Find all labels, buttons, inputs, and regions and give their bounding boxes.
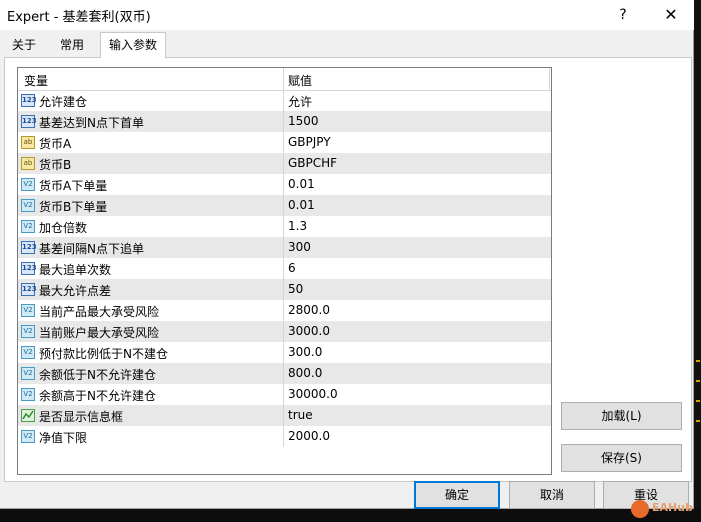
parameter-value[interactable]: 0.01 [288,177,315,191]
parameter-value[interactable]: GBPJPY [288,135,331,149]
parameter-row[interactable]: V2 当前账户最大承受风险 3000.0 [18,321,551,342]
parameter-value[interactable]: 1500 [288,114,319,128]
expert-dialog: Expert - 基差套利(双币) ? ✕ 关于 常用 输入参数 变量 赋值 1… [0,0,694,509]
parameter-row[interactable]: V2 货币A下单量 0.01 [18,174,551,195]
double-type-icon: V2 [21,304,35,317]
parameter-name: 货币B下单量 [39,200,108,214]
tab-about[interactable]: 关于 [4,34,44,56]
parameter-row[interactable]: 123 允许建仓 允许 [18,90,551,111]
parameter-row[interactable]: ab 货币A GBPJPY [18,132,551,153]
parameter-row[interactable]: V2 净值下限 2000.0 [18,426,551,447]
parameter-value[interactable]: 800.0 [288,366,322,380]
parameter-row[interactable]: V2 余额低于N不允许建仓 800.0 [18,363,551,384]
double-type-icon: V2 [21,199,35,212]
parameter-name: 基差间隔N点下追单 [39,242,144,256]
parameter-name: 当前产品最大承受风险 [39,305,160,319]
parameter-row[interactable]: V2 货币B下单量 0.01 [18,195,551,216]
double-type-icon: V2 [21,178,35,191]
integer-type-icon: 123 [21,262,37,275]
parameter-value[interactable]: 允许 [288,93,312,110]
double-type-icon: V2 [21,367,35,380]
load-button[interactable]: 加载(L) [561,402,682,430]
parameter-value[interactable]: 3000.0 [288,324,330,338]
title-bar: Expert - 基差套利(双币) ? ✕ [0,0,694,30]
parameter-name: 最大追单次数 [39,263,112,277]
parameter-name: 当前账户最大承受风险 [39,326,160,340]
parameter-value[interactable]: 300.0 [288,345,322,359]
parameter-row[interactable]: V2 加仓倍数 1.3 [18,216,551,237]
grid-header: 变量 赋值 [18,68,551,91]
parameter-value[interactable]: 0.01 [288,198,315,212]
background-chart-edge [694,0,701,522]
parameter-name: 净值下限 [39,431,88,445]
parameter-value[interactable]: 30000.0 [288,387,338,401]
save-button[interactable]: 保存(S) [561,444,682,472]
help-button[interactable]: ? [600,0,646,30]
column-header-value[interactable]: 赋值 [288,72,312,89]
watermark-text: EAHub [652,501,693,514]
boolean-type-icon [21,409,35,422]
parameter-row[interactable]: 123 最大允许点差 50 [18,279,551,300]
parameter-value[interactable]: true [288,408,313,422]
parameter-row[interactable]: V2 余额高于N不允许建仓 30000.0 [18,384,551,405]
ok-button[interactable]: 确定 [414,481,500,509]
parameter-name: 允许建仓 [39,95,88,109]
parameter-value[interactable]: 2800.0 [288,303,330,317]
parameter-name: 加仓倍数 [39,221,88,235]
tab-inputs[interactable]: 输入参数 [100,32,167,58]
parameter-value[interactable]: 300 [288,240,311,254]
parameter-name: 货币A [39,137,72,151]
double-type-icon: V2 [21,346,35,359]
integer-type-icon: 123 [21,241,37,254]
parameter-name: 最大允许点差 [39,284,112,298]
parameter-name: 余额低于N不允许建仓 [39,368,156,382]
background-chart-axis [0,508,701,522]
parameter-value[interactable]: 50 [288,282,303,296]
window-title: Expert - 基差套利(双币) [7,10,151,25]
parameter-row[interactable]: V2 预付款比例低于N不建仓 300.0 [18,342,551,363]
integer-type-icon: 123 [21,94,37,107]
integer-type-icon: 123 [21,283,37,296]
parameter-value[interactable]: 1.3 [288,219,307,233]
parameter-row[interactable]: 是否显示信息框 true [18,405,551,426]
double-type-icon: V2 [21,388,35,401]
parameter-name: 货币B [39,158,72,172]
parameter-name: 预付款比例低于N不建仓 [39,347,168,361]
parameter-name: 是否显示信息框 [39,410,124,424]
parameter-row[interactable]: 123 基差间隔N点下追单 300 [18,237,551,258]
double-type-icon: V2 [21,430,35,443]
column-header-variable[interactable]: 变量 [24,72,48,89]
parameters-grid[interactable]: 变量 赋值 123 允许建仓 允许 123 基差达到N点下首单 1500 ab 货币A GBPJ… [17,67,552,475]
watermark-logo-icon [631,500,649,518]
parameter-row[interactable]: 123 最大追单次数 6 [18,258,551,279]
cancel-button[interactable]: 取消 [509,481,595,509]
parameter-row[interactable]: ab 货币B GBPCHF [18,153,551,174]
close-button[interactable]: ✕ [648,0,694,30]
integer-type-icon: 123 [21,115,37,128]
parameter-row[interactable]: 123 基差达到N点下首单 1500 [18,111,551,132]
parameter-value[interactable]: GBPCHF [288,156,337,170]
string-type-icon: ab [21,157,35,170]
tab-common[interactable]: 常用 [52,34,92,56]
parameter-name: 余额高于N不允许建仓 [39,389,156,403]
double-type-icon: V2 [21,220,35,233]
string-type-icon: ab [21,136,35,149]
parameter-row[interactable]: V2 当前产品最大承受风险 2800.0 [18,300,551,321]
parameter-value[interactable]: 2000.0 [288,429,330,443]
parameter-name: 货币A下单量 [39,179,108,193]
parameter-name: 基差达到N点下首单 [39,116,144,130]
parameter-value[interactable]: 6 [288,261,296,275]
double-type-icon: V2 [21,325,35,338]
